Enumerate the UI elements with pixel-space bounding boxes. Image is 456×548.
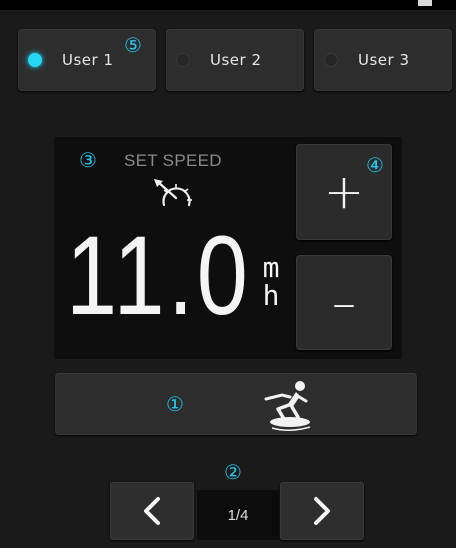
plus-icon: + [323,164,365,220]
callout-badge-5: ⑤ [124,33,142,57]
callout-badge-4: ④ [366,153,384,177]
speedometer-arrow-icon [154,179,192,207]
wakeboard-skier-icon [264,381,311,431]
set-speed-label: SET SPEED [124,151,222,170]
chevron-right-icon [314,497,330,525]
minus-icon: – [332,274,356,331]
callout-badge-2: ② [224,460,242,484]
user-tab-3-label: User 3 [358,51,410,69]
previous-page-button[interactable] [110,482,194,540]
callout-badge-1: ① [166,392,184,416]
callout-badge-3: ③ [79,148,97,172]
user-tab-3[interactable]: User 3 [314,29,452,91]
decrease-speed-button[interactable]: – [296,255,392,350]
speed-value: 11.0 [66,213,252,338]
user-1-active-indicator [28,53,42,67]
next-page-button[interactable] [280,482,364,540]
user-2-indicator [176,53,190,67]
user-3-indicator [324,53,338,67]
user-tab-2[interactable]: User 2 [166,29,304,91]
top-edge-indicator [418,0,432,6]
user-tab-1-label: User 1 [62,51,114,69]
user-tab-2-label: User 2 [210,51,262,69]
speed-control-screen: User 1 User 2 User 3 ⑤ ③ SET SPEED 11.0 … [0,0,456,548]
chevron-left-icon [144,497,160,525]
top-edge [0,0,456,10]
speed-unit: mh [262,251,280,312]
page-indicator: 1/4 [197,490,279,540]
wakeboard-mode-button[interactable] [55,373,417,435]
